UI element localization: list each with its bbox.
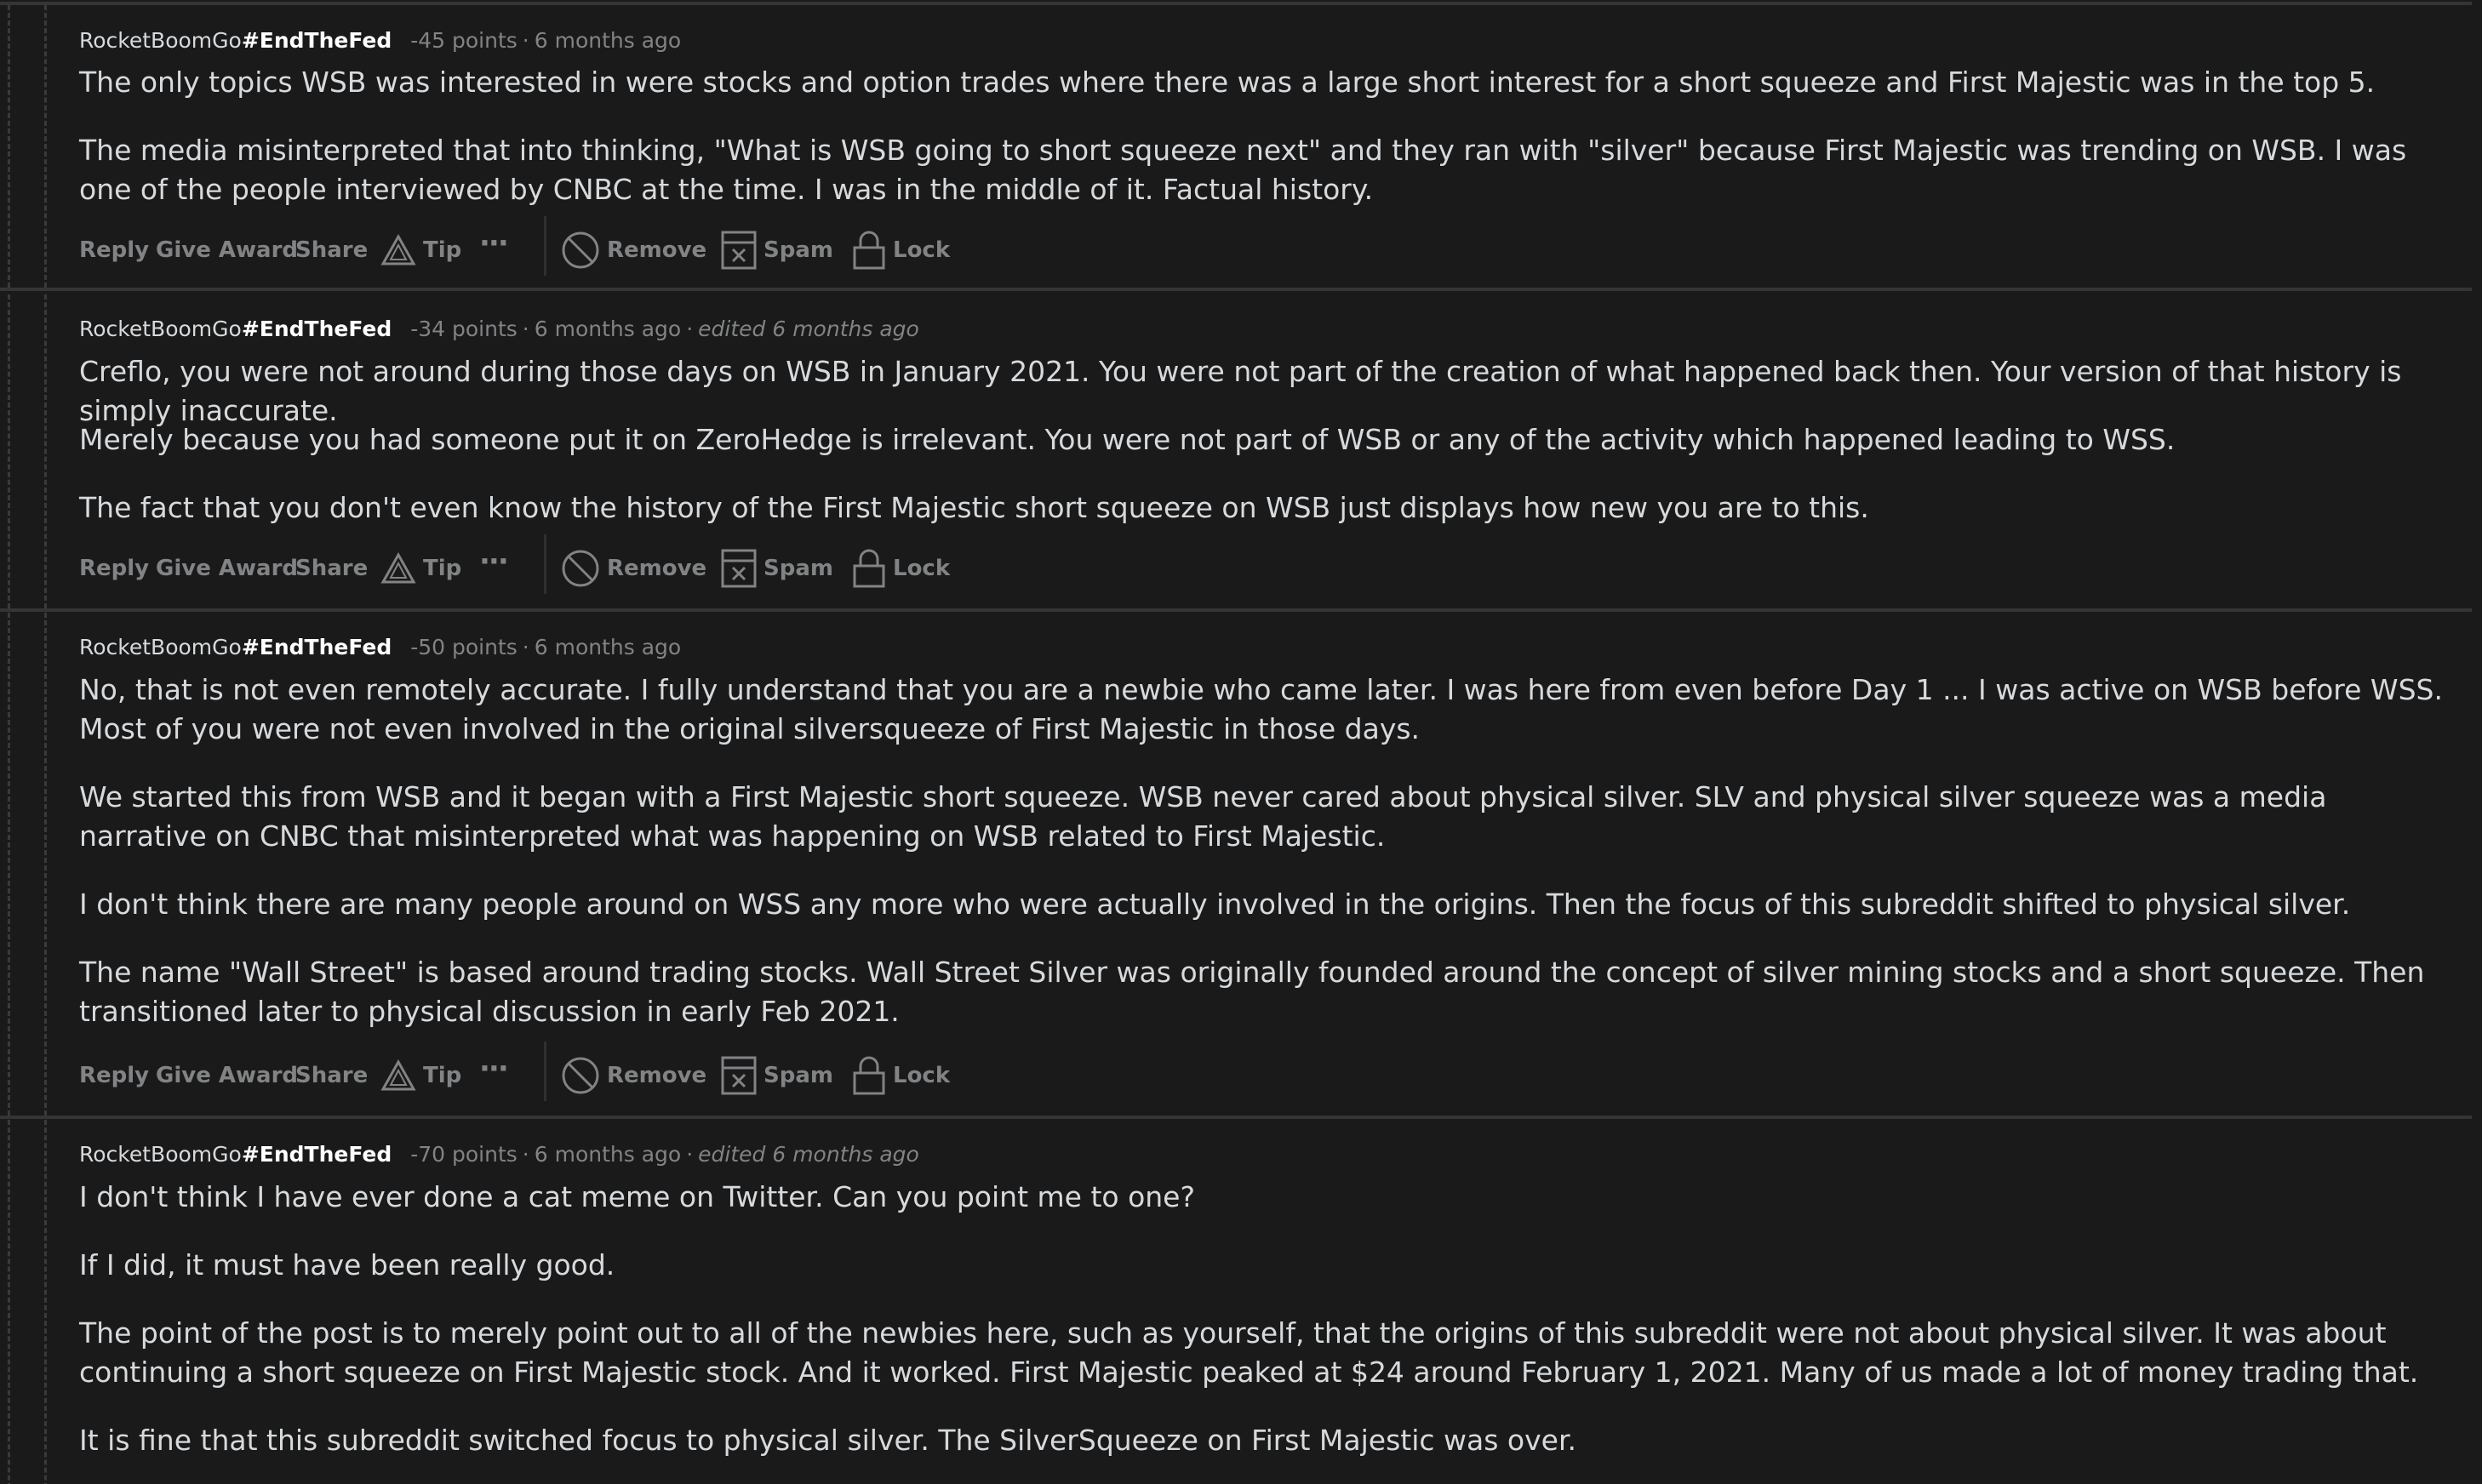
comment: RocketBoomGo#EndTheFed -70 points · 6 mont… (0, 1120, 2472, 1484)
edited-label: edited 6 months ago (698, 317, 919, 341)
give-award-button[interactable]: Give Award (156, 1050, 298, 1101)
remove-button[interactable]: Remove (561, 543, 706, 594)
points: -34 points (410, 317, 518, 341)
give-award-button[interactable]: Give Award (156, 225, 298, 276)
author-name[interactable]: RocketBoomGo (79, 317, 242, 341)
lock-icon (853, 1056, 885, 1095)
remove-circle-icon (562, 1057, 599, 1094)
comment-paragraph: If I did, it must have been really good. (79, 1248, 615, 1281)
tip-button[interactable]: Tip (380, 225, 461, 276)
lock-button[interactable]: Lock (852, 225, 950, 276)
comment: RocketBoomGo#EndTheFed -45 points · 6 mont… (0, 5, 2472, 291)
more-options-button[interactable]: ··· (479, 536, 509, 587)
author-flair: #EndTheFed (241, 1142, 392, 1167)
remove-circle-icon (562, 231, 599, 269)
spam-button[interactable]: Spam (721, 543, 833, 594)
tip-triangle-icon (380, 234, 416, 265)
thread-line[interactable] (44, 5, 47, 288)
lock-icon (853, 231, 885, 270)
remove-button[interactable]: Remove (561, 1050, 706, 1101)
lock-icon (853, 549, 885, 588)
comment: RocketBoomGo#EndTheFed -50 points · 6 mont… (0, 613, 2472, 1119)
comment-paragraph: The point of the post is to merely point… (79, 1316, 2419, 1389)
author-flair: #EndTheFed (241, 28, 392, 53)
comment-paragraph: I don't think I have ever done a cat mem… (79, 1180, 1195, 1213)
more-options-button[interactable]: ··· (479, 1043, 509, 1094)
timestamp[interactable]: 6 months ago (535, 635, 681, 659)
reply-button[interactable]: Reply (79, 543, 149, 594)
author-flair: #EndTheFed (241, 635, 392, 659)
comment-meta: RocketBoomGo#EndTheFed -45 points · 6 mont… (79, 28, 682, 53)
points: -50 points (410, 635, 518, 659)
author-flair: #EndTheFed (241, 317, 392, 341)
comment-paragraph: The media misinterpreted that into think… (79, 134, 2407, 206)
edited-label: edited 6 months ago (698, 1142, 919, 1167)
lock-button[interactable]: Lock (852, 1050, 950, 1101)
reply-button[interactable]: Reply (79, 1050, 149, 1101)
points: -70 points (410, 1142, 518, 1167)
thread-line[interactable] (44, 294, 47, 608)
share-button[interactable]: Share (295, 225, 368, 276)
more-options-icon: ··· (479, 226, 509, 260)
divider (544, 216, 546, 276)
reply-button[interactable]: Reply (79, 225, 149, 276)
thread-line[interactable] (8, 613, 10, 1116)
comment-meta: RocketBoomGo#EndTheFed -34 points · 6 mont… (79, 317, 919, 341)
give-award-button[interactable]: Give Award (156, 543, 298, 594)
spam-box-icon (721, 231, 757, 270)
author-name[interactable]: RocketBoomGo (79, 1142, 242, 1167)
comment-thread: RocketBoomGo#EndTheFed -45 points · 6 mont… (0, 0, 2482, 1484)
more-options-icon: ··· (479, 1052, 509, 1086)
timestamp[interactable]: 6 months ago (535, 317, 681, 341)
spam-button[interactable]: Spam (721, 225, 833, 276)
spam-button[interactable]: Spam (721, 1050, 833, 1101)
thread-line[interactable] (8, 5, 10, 288)
comment-paragraph: I don't think there are many people arou… (79, 888, 2351, 921)
comment-meta: RocketBoomGo#EndTheFed -70 points · 6 mont… (79, 1142, 919, 1167)
comment-paragraph: We started this from WSB and it began wi… (79, 780, 2327, 853)
more-options-button[interactable]: ··· (479, 218, 509, 269)
thread-line[interactable] (44, 613, 47, 1116)
comment: RocketBoomGo#EndTheFed -34 points · 6 mont… (0, 294, 2472, 612)
share-button[interactable]: Share (295, 1050, 368, 1101)
timestamp[interactable]: 6 months ago (535, 28, 681, 53)
tip-button[interactable]: Tip (380, 1050, 461, 1101)
remove-button[interactable]: Remove (561, 225, 706, 276)
comment-paragraph: It is fine that this subreddit switched … (79, 1424, 1576, 1457)
divider (544, 1042, 546, 1101)
divider (544, 534, 546, 594)
comment-paragraph: No, that is not even remotely accurate. … (79, 673, 2443, 745)
share-button[interactable]: Share (295, 543, 368, 594)
spam-box-icon (721, 1056, 757, 1095)
comment-paragraph: Creflo, you were not around during those… (79, 355, 2402, 427)
comment-paragraph: The name "Wall Street" is based around t… (79, 956, 2425, 1028)
thread-line[interactable] (8, 1120, 10, 1484)
tip-triangle-icon (380, 1059, 416, 1091)
author-name[interactable]: RocketBoomGo (79, 28, 242, 53)
lock-button[interactable]: Lock (852, 543, 950, 594)
remove-circle-icon (562, 550, 599, 587)
comment-paragraph: Merely because you had someone put it on… (79, 423, 2176, 456)
comment-paragraph: The fact that you don't even know the hi… (79, 491, 1869, 524)
tip-button[interactable]: Tip (380, 543, 461, 594)
more-options-icon: ··· (479, 545, 509, 579)
comment-paragraph: The only topics WSB was interested in we… (79, 66, 2376, 99)
spam-box-icon (721, 549, 757, 588)
tip-triangle-icon (380, 552, 416, 584)
thread-line[interactable] (44, 1120, 47, 1484)
points: -45 points (410, 28, 518, 53)
comment-meta: RocketBoomGo#EndTheFed -50 points · 6 mont… (79, 635, 682, 659)
thread-line[interactable] (8, 294, 10, 608)
author-name[interactable]: RocketBoomGo (79, 635, 242, 659)
timestamp[interactable]: 6 months ago (535, 1142, 681, 1167)
